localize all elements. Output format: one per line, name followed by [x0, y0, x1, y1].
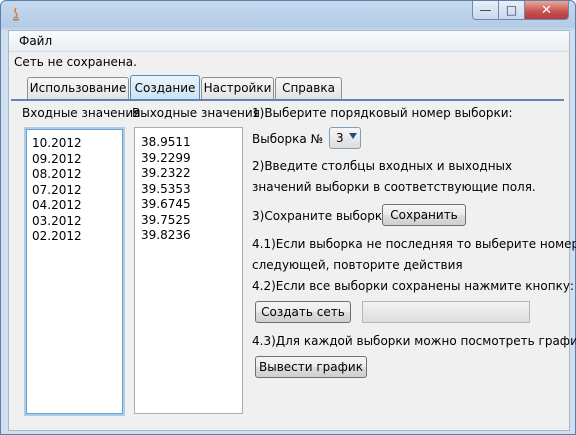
step2-text-line1: 2)Введите столбцы входных и выходных [252, 159, 513, 173]
sample-number-select[interactable]: 3 [329, 127, 361, 149]
list-item: 39.2322 [141, 166, 191, 180]
step41-text-line1: 4.1)Если выборка не последняя то выберит… [252, 237, 576, 251]
create-network-button[interactable]: Создать сеть [255, 301, 351, 323]
sample-number-value: 3 [336, 131, 344, 145]
list-item: 07.2012 [32, 182, 82, 197]
output-values-textarea[interactable]: 38.9511 39.2299 39.2322 39.5353 39.6745 39.75… [134, 127, 243, 414]
client-area: Файл Сеть не сохранена. Использование Со… [8, 30, 576, 431]
save-button[interactable]: Сохранить [382, 204, 466, 226]
maximize-icon: □ [505, 3, 518, 17]
close-button[interactable]: ✕ [524, 1, 569, 20]
minimize-button[interactable]: — [472, 1, 499, 20]
show-chart-button[interactable]: Вывести график [255, 356, 367, 378]
output-values-label: Выходные значения [132, 106, 260, 120]
maximize-button[interactable]: □ [498, 1, 525, 20]
input-values-textarea[interactable]: 10.2012 09.2012 08.2012 07.2012 04.2012 03.20… [24, 127, 125, 416]
chevron-down-icon [349, 133, 357, 139]
close-icon: ✕ [541, 2, 552, 18]
list-item: 38.9511 [141, 135, 191, 149]
step2-text-line2: значений выборки в соответствующие поля. [252, 180, 536, 194]
java-app-icon [12, 7, 20, 21]
title-bar[interactable]: — □ ✕ [1, 1, 575, 27]
tab-create[interactable]: Создание [130, 75, 200, 100]
status-text: Сеть не сохранена. [14, 55, 137, 69]
list-item: 03.2012 [32, 213, 82, 228]
list-item: 08.2012 [32, 167, 82, 181]
list-item: 02.2012 [32, 229, 82, 243]
step41-text-line2: следующей, повторите действия [252, 258, 463, 272]
list-item: 39.8236 [141, 228, 191, 242]
input-values-label: Входные значения [22, 106, 141, 120]
tab-divider [11, 99, 564, 101]
list-item: 39.7525 [141, 212, 191, 227]
progress-bar [362, 301, 530, 323]
list-item: 10.2012 [32, 136, 82, 150]
app-window: — □ ✕ Файл Сеть не сохранена. Использова… [0, 0, 576, 435]
list-item: 39.6745 [141, 197, 191, 211]
list-item: 09.2012 [32, 151, 82, 166]
menu-file[interactable]: Файл [19, 34, 52, 48]
tab-settings[interactable]: Настройки [201, 77, 274, 99]
list-item: 04.2012 [32, 198, 82, 212]
minimize-icon: — [479, 3, 492, 17]
step43-text: 4.3)Для каждой выборки можно посмотреть … [252, 334, 576, 348]
list-item: 39.5353 [141, 181, 191, 196]
tab-help[interactable]: Справка [275, 77, 342, 99]
step42-text: 4.2)Если все выборки сохранены нажмите к… [252, 279, 574, 293]
step3-text: 3)Сохраните выборку [252, 209, 390, 223]
tab-usage[interactable]: Использование [27, 77, 129, 99]
menu-bar: Файл [9, 31, 569, 52]
list-item: 39.2299 [141, 150, 191, 165]
step1-text: 1)Выберите порядковый номер выборки: [252, 106, 513, 120]
sample-label: Выборка № [252, 132, 323, 146]
